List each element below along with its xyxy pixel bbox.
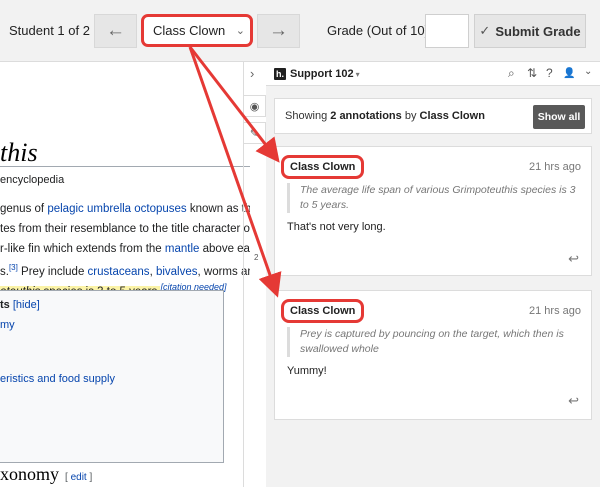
student-counter: Student 1 of 2 — [9, 23, 90, 38]
check-icon: ✓ — [479, 23, 491, 38]
annotation-count-badge[interactable]: 2 — [254, 253, 258, 262]
arrow-left-icon: ← — [106, 20, 125, 41]
annotation-timestamp[interactable]: 21 hrs ago — [529, 305, 581, 317]
group-selector[interactable]: Support 102 ▾ — [290, 68, 360, 80]
text: genus of — [0, 203, 48, 215]
hypothesis-logo[interactable]: h. — [274, 68, 286, 80]
annotation-card[interactable]: Class Clown 21 hrs ago Prey is captured … — [274, 290, 592, 420]
panel-header: h. Support 102 ▾ ⌕ ⇅ ? 👤 ⌄ — [266, 62, 600, 86]
section-edit: [ edit ] — [65, 472, 92, 483]
title-divider — [0, 166, 250, 167]
toc-hide-link[interactable]: [hide] — [13, 299, 40, 311]
text: Class Clown — [419, 110, 485, 122]
search-icon[interactable]: ⌕ — [508, 66, 515, 81]
text: xonomy — [0, 464, 60, 484]
annotation-body: Yummy! — [287, 365, 327, 377]
section-heading: xonomy [ edit ] — [0, 464, 92, 485]
link-pelagic-umbrella-octopuses[interactable]: pelagic umbrella octopuses — [47, 203, 186, 215]
filter-summary: Showing 2 annotations by Class Clown Sho… — [274, 98, 592, 134]
link-mantle[interactable]: mantle — [165, 243, 200, 255]
student-select-value: Class Clown — [153, 23, 226, 38]
link-bivalves[interactable]: bivalves — [156, 266, 198, 278]
grading-toolbar: Student 1 of 2 ← Class Clown ⌄ → Grade (… — [0, 0, 600, 62]
chevron-down-icon[interactable]: ⌄ — [584, 66, 592, 77]
toc-item[interactable]: eristics and food supply — [0, 373, 115, 385]
text: known as the d — [189, 203, 250, 215]
arrow-right-icon: → — [269, 20, 288, 41]
toc-heading: ts [hide] — [0, 299, 40, 311]
text: Showing — [285, 110, 331, 122]
reply-icon[interactable]: ↩ — [568, 251, 579, 267]
annotation-quote: Prey is captured by pouncing on the targ… — [287, 327, 581, 357]
caret-down-icon: ▾ — [355, 70, 360, 79]
text: ts — [0, 299, 10, 311]
next-student-button[interactable]: → — [257, 14, 300, 48]
group-name: Support 102 — [290, 68, 354, 80]
article-content: this encyclopedia genus of pelagic umbre… — [0, 62, 250, 487]
grade-label: Grade (Out of 10) — [327, 23, 429, 38]
reference-3[interactable]: [3] — [9, 263, 18, 272]
filter-summary-text: Showing 2 annotations by Class Clown — [285, 110, 485, 122]
previous-student-button[interactable]: ← — [94, 14, 137, 48]
help-icon[interactable]: ? — [546, 66, 553, 80]
text: r-like fin which extends from the — [0, 243, 165, 255]
link-crustaceans[interactable]: crustaceans — [88, 266, 150, 278]
text: ] — [86, 472, 93, 483]
submit-grade-label: Submit Grade — [495, 23, 581, 39]
annotation-body: That's not very long. — [287, 221, 386, 233]
text: s. — [0, 265, 9, 278]
chevron-down-icon: ⌄ — [235, 25, 245, 37]
annotation-username[interactable]: Class Clown — [281, 299, 365, 323]
article-line: s.[3] Prey include crustaceans, bivalves… — [0, 263, 250, 278]
article-tagline: encyclopedia — [0, 174, 65, 186]
reply-icon[interactable]: ↩ — [568, 393, 579, 409]
article-line: tes from their resemblance to the title … — [0, 223, 250, 235]
table-of-contents: ts [hide] my eristics and food supply — [0, 290, 224, 463]
annotation-panel: h. Support 102 ▾ ⌕ ⇅ ? 👤 ⌄ Showing 2 anno… — [266, 62, 600, 487]
annotation-quote: The average life span of various Grimpot… — [287, 183, 581, 213]
text: Prey include — [17, 265, 88, 278]
article-title: this — [0, 138, 38, 167]
text: 2 annotations — [330, 110, 402, 122]
article-line: genus of pelagic umbrella octopuses know… — [0, 203, 250, 215]
note-icon: ✎ — [249, 127, 260, 140]
article-line: r-like fin which extends from the mantle… — [0, 243, 250, 255]
section-edit-link[interactable]: edit — [71, 472, 87, 483]
submit-grade-button[interactable]: ✓ Submit Grade — [474, 14, 586, 48]
sort-icon[interactable]: ⇅ — [527, 66, 537, 80]
annotation-card[interactable]: Class Clown 21 hrs ago The average life … — [274, 146, 592, 276]
show-highlights-button[interactable]: ◉ — [244, 95, 266, 117]
eye-icon: ◉ — [249, 100, 260, 113]
grade-input[interactable] — [425, 14, 469, 48]
show-all-button[interactable]: Show all — [533, 105, 585, 129]
student-select[interactable]: Class Clown ⌄ — [141, 14, 253, 47]
annotation-timestamp[interactable]: 21 hrs ago — [529, 161, 581, 173]
collapse-sidebar-icon[interactable]: › — [250, 66, 254, 81]
user-icon[interactable]: 👤 — [563, 68, 575, 79]
annotation-username[interactable]: Class Clown — [281, 155, 365, 179]
new-note-button[interactable]: ✎ — [244, 122, 266, 144]
toc-item[interactable]: my — [0, 319, 15, 331]
text: by — [401, 110, 420, 122]
